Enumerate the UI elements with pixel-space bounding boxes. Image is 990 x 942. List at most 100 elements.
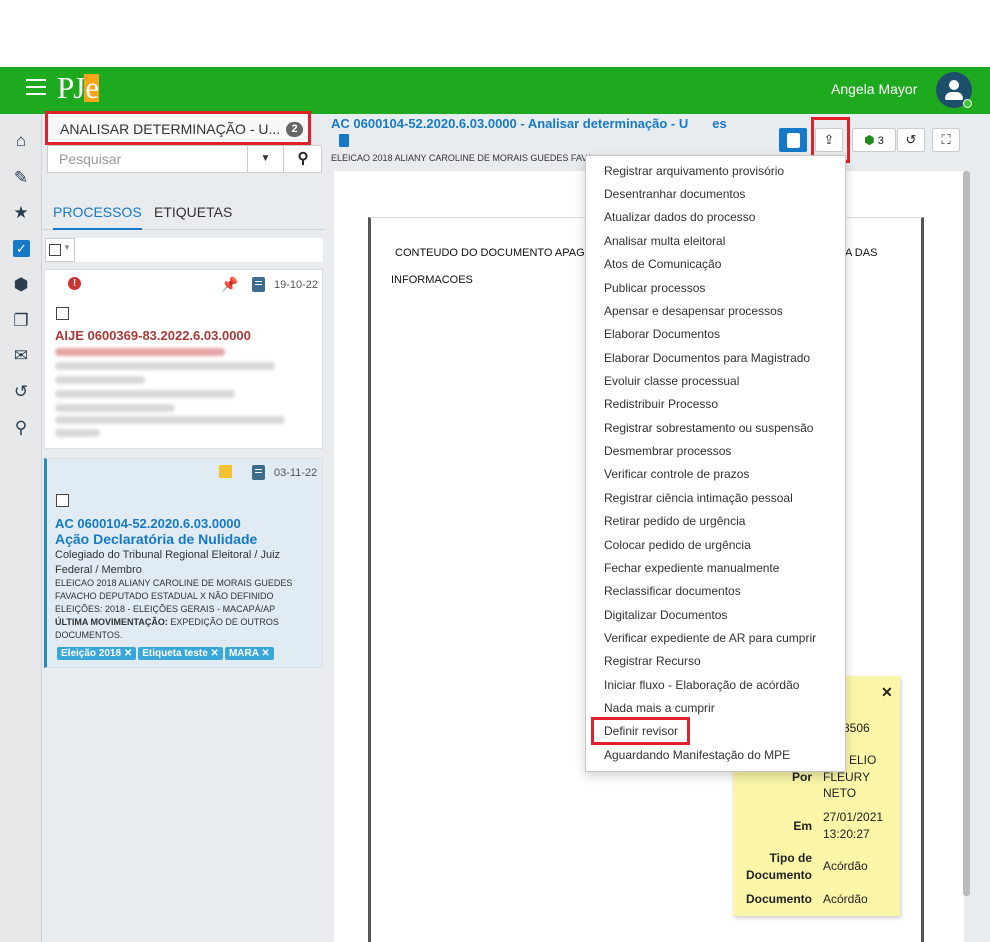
task-count-badge: 2: [286, 122, 303, 137]
sticky-value: ELIO: [849, 753, 877, 767]
tags-icon[interactable]: ⬢: [11, 275, 31, 295]
copy-icon[interactable]: ❐: [11, 311, 31, 331]
card-checkbox[interactable]: [56, 494, 69, 507]
selection-bar: [75, 238, 323, 262]
redacted-text: [55, 404, 175, 412]
last-movement-cont: DOCUMENTOS.: [55, 630, 123, 640]
task-title-text: ANALISAR DETERMINAÇÃO - U...: [60, 121, 281, 137]
menu-item[interactable]: Registrar sobrestamento ou suspensão: [604, 421, 813, 435]
envelope-icon[interactable]: ✉: [11, 346, 31, 366]
search-icon[interactable]: ⚲: [11, 418, 31, 438]
book-button[interactable]: [779, 128, 807, 152]
menu-item[interactable]: Colocar pedido de urgência: [604, 538, 751, 552]
star-icon[interactable]: ★: [11, 203, 31, 223]
menu-item[interactable]: Iniciar fluxo - Elaboração de acórdão: [604, 678, 799, 692]
pencil-icon[interactable]: ✎: [11, 168, 31, 188]
menu-item[interactable]: Registrar arquivamento provisório: [604, 164, 784, 178]
sticky-note-icon[interactable]: [219, 465, 232, 478]
menu-item[interactable]: Desentranhar documentos: [604, 187, 745, 201]
document-text: CONTEUDO DO DOCUMENTO APAG: [395, 247, 585, 259]
menu-item[interactable]: Elaborar Documentos para Magistrado: [604, 351, 810, 365]
menu-item[interactable]: Apensar e desapensar processos: [604, 304, 783, 318]
sticky-value: FLEURY: [823, 770, 871, 784]
search-button[interactable]: ⚲: [283, 146, 322, 172]
menu-item[interactable]: Evoluir classe processual: [604, 374, 739, 388]
select-all-checkbox[interactable]: [49, 244, 61, 256]
sticky-value: NETO: [823, 786, 857, 800]
tag-badge[interactable]: Etiqueta teste ✕: [138, 647, 223, 660]
tag-list: Eleição 2018 ✕ Etiqueta teste ✕ MARA ✕: [57, 643, 276, 661]
tab-etiquetas[interactable]: ETIQUETAS: [154, 204, 232, 220]
menu-item[interactable]: Redistribuir Processo: [604, 397, 718, 411]
menu-item[interactable]: Elaborar Documentos: [604, 327, 720, 341]
menu-item[interactable]: Verificar controle de prazos: [604, 467, 749, 481]
redacted-text: [55, 362, 275, 370]
actions-menu: Registrar arquivamento provisório Desentr…: [585, 155, 846, 772]
menu-item[interactable]: Reclassificar documentos: [604, 584, 741, 598]
fullscreen-button[interactable]: ⛶: [932, 128, 960, 152]
select-all-dropdown[interactable]: ▼: [45, 238, 75, 262]
menu-item[interactable]: Fechar expediente manualmente: [604, 561, 779, 575]
avatar[interactable]: [936, 72, 972, 108]
highlight-box: [591, 717, 690, 745]
process-title[interactable]: AC 0600104-52.2020.6.03.0000 - Analisar …: [331, 116, 727, 131]
fullscreen-icon: ⛶: [941, 132, 951, 147]
sticky-value: 13:20:27: [823, 827, 870, 841]
book-icon: [787, 133, 800, 148]
menu-item[interactable]: Registrar ciência intimação pessoal: [604, 491, 793, 505]
sticky-value: Acórdão: [823, 859, 868, 873]
menu-item[interactable]: Verificar expediente de AR para cumprir: [604, 631, 816, 645]
card-checkbox[interactable]: [56, 307, 69, 320]
menu-item[interactable]: Atos de Comunicação: [604, 257, 721, 271]
process-class: Ação Declaratória de Nulidade: [55, 531, 258, 547]
clipboard-icon[interactable]: [339, 134, 349, 147]
sticky-value: 27/01/2021: [823, 810, 884, 824]
book-icon[interactable]: [252, 277, 265, 292]
menu-item[interactable]: Retirar pedido de urgência: [604, 514, 745, 528]
redacted-text: [55, 390, 235, 398]
tag-badge[interactable]: MARA ✕: [224, 647, 274, 660]
chevron-down-icon[interactable]: ▼: [247, 146, 283, 172]
scrollbar[interactable]: [963, 171, 970, 896]
pin-icon[interactable]: 📌: [221, 276, 238, 293]
online-status-icon: [963, 99, 972, 108]
sticky-label: Documento: [746, 868, 812, 882]
book-icon[interactable]: [252, 465, 265, 480]
sticky-id: 3506: [843, 721, 870, 735]
task-title[interactable]: ANALISAR DETERMINAÇÃO - U... 2: [45, 111, 311, 145]
card-date: 03-11-22: [274, 467, 318, 479]
sticky-value: Acórdão: [823, 892, 868, 906]
home-icon[interactable]: ⌂: [11, 131, 31, 151]
process-number[interactable]: AC 0600104-52.2020.6.03.0000: [55, 516, 241, 531]
tag-badge[interactable]: Eleição 2018 ✕: [57, 647, 137, 660]
menu-item[interactable]: Atualizar dados do processo: [604, 210, 755, 224]
user-name[interactable]: Angela Mayor: [831, 81, 917, 97]
menu-item[interactable]: Desmembrar processos: [604, 444, 731, 458]
menu-item[interactable]: Publicar processos: [604, 281, 705, 295]
card-date: 19-10-22: [274, 279, 319, 291]
tab-processos[interactable]: PROCESSOS: [53, 204, 142, 230]
menu-item[interactable]: Aguardando Manifestação do MPE: [604, 748, 790, 762]
sticky-label: Em: [793, 819, 812, 833]
search-input[interactable]: Pesquisar: [59, 151, 121, 167]
menu-item[interactable]: Digitalizar Documentos: [604, 608, 727, 622]
menu-item[interactable]: Analisar multa eleitoral: [604, 234, 725, 248]
tabs: PROCESSOS ETIQUETAS: [42, 198, 326, 230]
process-number[interactable]: AIJE 0600369-83.2022.6.03.0000: [55, 328, 251, 343]
menu-icon[interactable]: [26, 79, 46, 97]
redacted-text: [55, 348, 225, 356]
close-icon[interactable]: ✕: [881, 684, 893, 701]
redacted-text: [55, 429, 100, 437]
menu-item[interactable]: Nada mais a cumprir: [604, 701, 715, 715]
history-button[interactable]: ↺: [897, 128, 925, 152]
history-icon: ↺: [905, 132, 917, 147]
process-parts: ELEICAO 2018 ALIANY CAROLINE DE MORAIS G…: [55, 578, 293, 601]
menu-item[interactable]: Registrar Recurso: [604, 654, 701, 668]
pje-logo[interactable]: PJe: [57, 70, 100, 106]
document-text: INFORMACOES: [391, 274, 473, 286]
sticky-label: Documento: [746, 892, 812, 906]
history-icon[interactable]: ↺: [11, 382, 31, 402]
tags-button[interactable]: ⬢ 3: [852, 128, 896, 152]
sticky-label: Por: [791, 770, 812, 784]
checkbox-icon[interactable]: ✓: [13, 240, 30, 257]
